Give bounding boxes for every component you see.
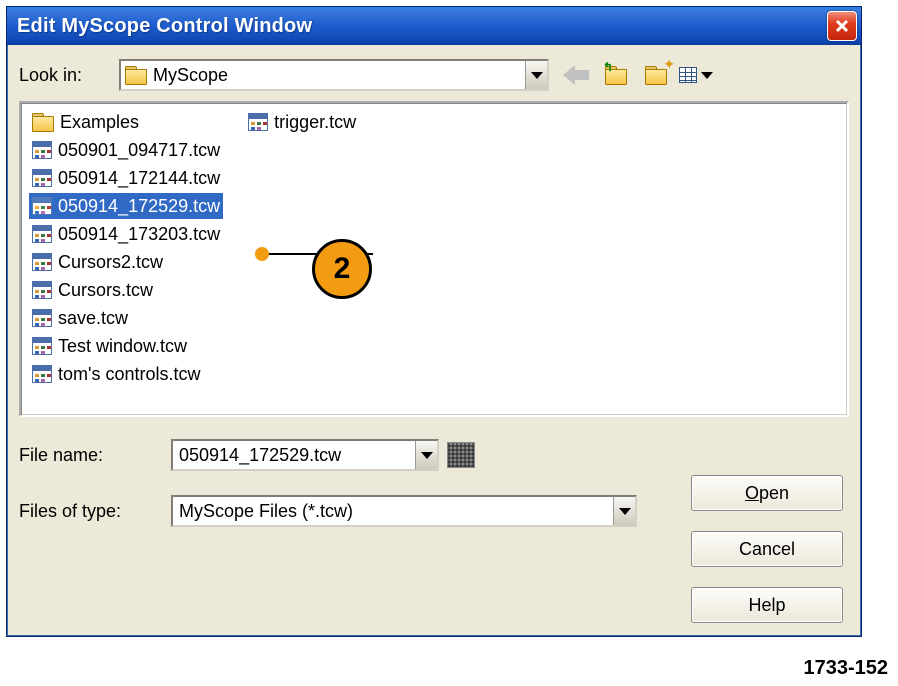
file-label: Examples — [60, 112, 139, 133]
file-icon — [32, 225, 52, 243]
list-item[interactable]: save.tcw — [29, 305, 223, 331]
new-folder-button[interactable]: ✦ — [639, 60, 673, 90]
list-item[interactable]: Cursors2.tcw — [29, 249, 223, 275]
list-item[interactable]: trigger.tcw — [245, 109, 359, 135]
view-menu-button[interactable] — [679, 60, 713, 90]
back-button[interactable] — [559, 60, 593, 90]
file-icon — [32, 197, 52, 215]
grid-icon — [679, 67, 697, 83]
chevron-down-icon — [421, 452, 433, 459]
file-label: tom's controls.tcw — [58, 364, 200, 385]
chevron-down-icon — [619, 508, 631, 515]
look-in-row: Look in: MyScope ↰ ✦ — [19, 59, 849, 91]
chevron-down-icon — [701, 72, 713, 79]
look-in-dropdown[interactable]: MyScope — [119, 59, 549, 91]
action-buttons: Open Cancel Help — [691, 475, 843, 643]
list-item[interactable]: tom's controls.tcw — [29, 361, 223, 387]
chevron-down-icon — [531, 72, 543, 79]
file-label: 050914_172144.tcw — [58, 168, 220, 189]
list-item[interactable]: 050914_172529.tcw — [29, 193, 223, 219]
window-title: Edit MyScope Control Window — [17, 15, 312, 38]
back-arrow-icon — [563, 65, 589, 85]
file-label: 050901_094717.tcw — [58, 140, 220, 161]
file-label: 050914_172529.tcw — [58, 196, 220, 217]
file-name-row: File name: 050914_172529.tcw — [19, 439, 849, 471]
list-item[interactable]: Examples — [29, 109, 223, 135]
list-item[interactable]: Cursors.tcw — [29, 277, 223, 303]
file-name-label: File name: — [19, 445, 171, 466]
close-icon — [834, 18, 850, 34]
file-icon — [32, 365, 52, 383]
list-item[interactable]: 050901_094717.tcw — [29, 137, 223, 163]
look-in-label: Look in: — [19, 65, 119, 86]
file-label: Cursors.tcw — [58, 280, 153, 301]
file-list[interactable]: Examples 050901_094717.tcw 050914_172144.t… — [19, 101, 849, 417]
file-label: 050914_173203.tcw — [58, 224, 220, 245]
figure-id: 1733-152 — [803, 657, 888, 680]
dialog-window: Edit MyScope Control Window Look in: MyS… — [6, 6, 862, 637]
files-of-type-dropdown-button[interactable] — [613, 497, 635, 525]
file-icon — [32, 337, 52, 355]
file-name-input[interactable]: 050914_172529.tcw — [171, 439, 439, 471]
files-of-type-label: Files of type: — [19, 501, 171, 522]
up-arrow-icon: ↰ — [603, 60, 613, 74]
list-item[interactable]: 050914_172144.tcw — [29, 165, 223, 191]
file-label: Cursors2.tcw — [58, 252, 163, 273]
look-in-value: MyScope — [153, 65, 525, 86]
file-label: save.tcw — [58, 308, 128, 329]
cancel-button[interactable]: Cancel — [691, 531, 843, 567]
file-icon — [32, 169, 52, 187]
file-icon — [32, 309, 52, 327]
list-item[interactable]: 050914_173203.tcw — [29, 221, 223, 247]
folder-icon — [32, 113, 54, 131]
files-of-type-value: MyScope Files (*.tcw) — [173, 501, 613, 522]
open-mnemonic: O — [745, 483, 759, 503]
up-one-level-button[interactable]: ↰ — [599, 60, 633, 90]
file-label: Test window.tcw — [58, 336, 187, 357]
file-icon — [32, 141, 52, 159]
cancel-label: Cancel — [739, 539, 795, 560]
on-screen-keyboard-button[interactable] — [447, 442, 475, 468]
help-label: Help — [748, 595, 785, 616]
file-name-dropdown-button[interactable] — [415, 441, 437, 469]
list-item[interactable]: Test window.tcw — [29, 333, 223, 359]
file-name-value: 050914_172529.tcw — [173, 445, 415, 466]
titlebar: Edit MyScope Control Window — [7, 7, 861, 45]
help-button[interactable]: Help — [691, 587, 843, 623]
close-button[interactable] — [827, 11, 857, 41]
file-icon — [32, 253, 52, 271]
file-icon — [32, 281, 52, 299]
files-of-type-dropdown[interactable]: MyScope Files (*.tcw) — [171, 495, 637, 527]
sparkle-icon: ✦ — [663, 56, 675, 73]
folder-icon — [125, 66, 147, 84]
file-label: trigger.tcw — [274, 112, 356, 133]
file-icon — [248, 113, 268, 131]
open-label-rest: pen — [759, 483, 789, 503]
look-in-dropdown-button[interactable] — [525, 61, 547, 89]
open-button[interactable]: Open — [691, 475, 843, 511]
